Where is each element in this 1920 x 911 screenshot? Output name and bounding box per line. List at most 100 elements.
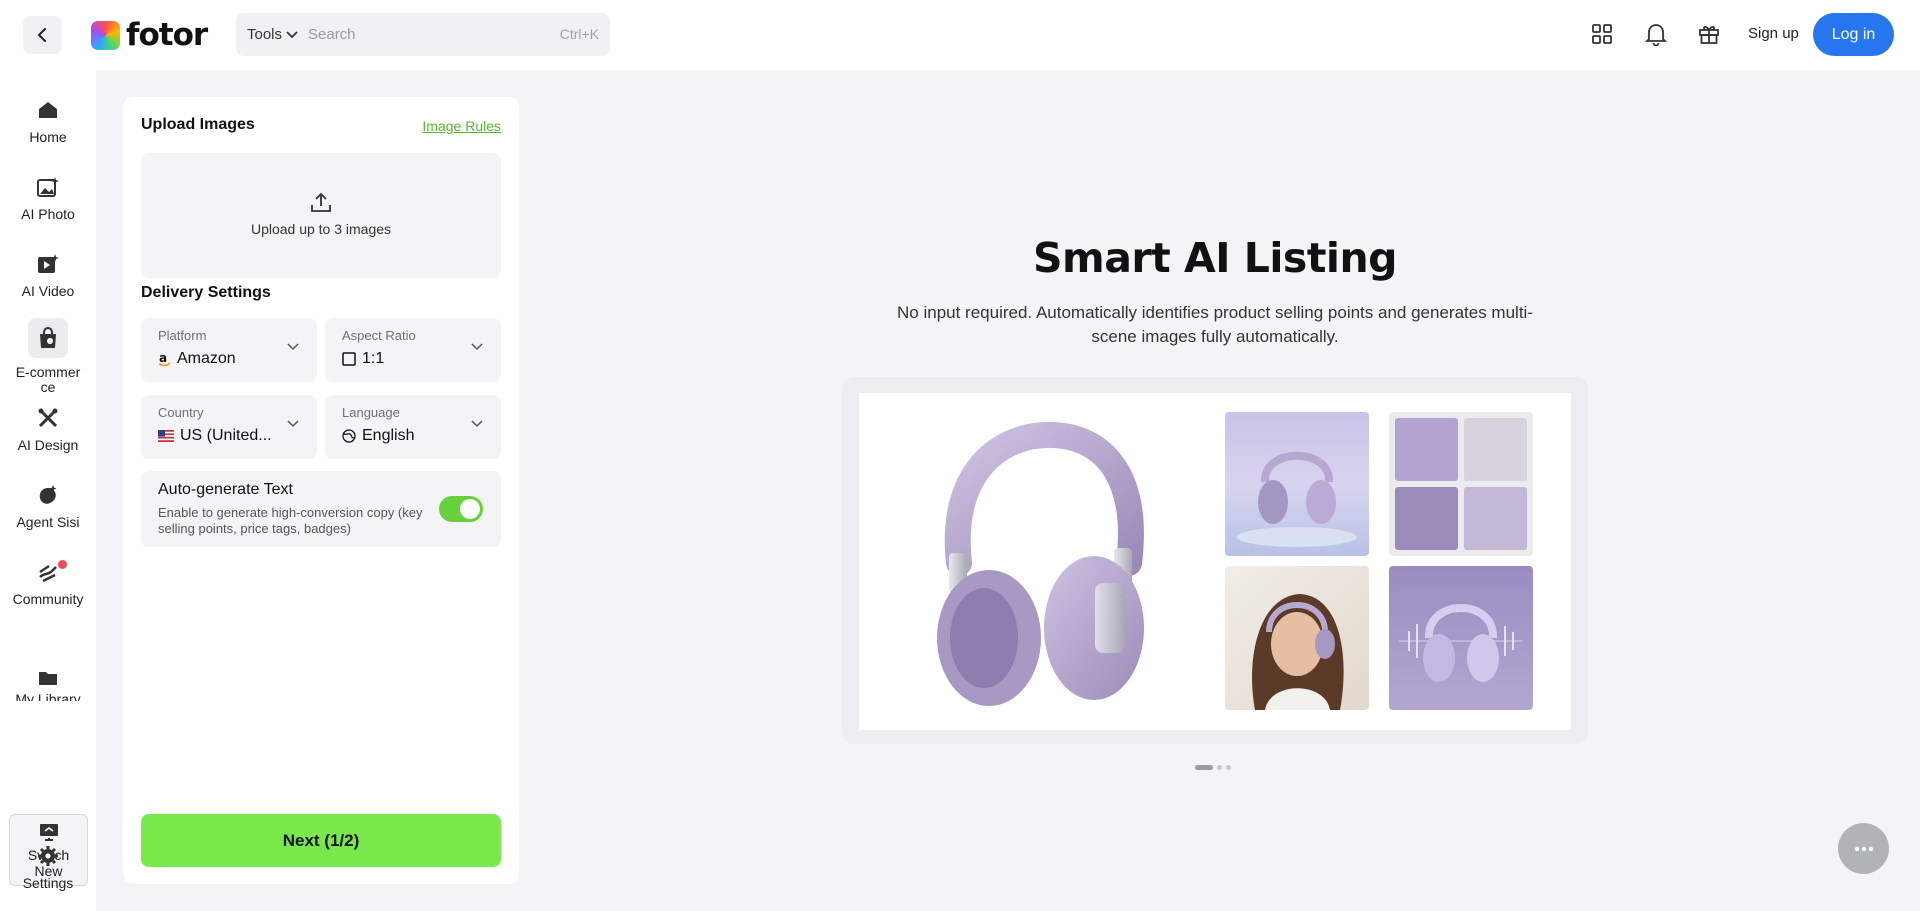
auto-generate-title: Auto-generate Text <box>158 481 293 498</box>
fotor-logo[interactable]: fotor <box>91 17 208 53</box>
carousel-dot[interactable] <box>1226 765 1231 770</box>
log-in-button[interactable]: Log in <box>1813 13 1894 56</box>
carousel-dot[interactable] <box>1195 765 1213 770</box>
sidebar-item-label: AI Design <box>17 437 79 453</box>
tools-label: Tools <box>247 26 283 43</box>
folder-icon <box>39 672 57 685</box>
sidebar-item-label: Agent Sisi <box>16 514 80 530</box>
sidebar-item-e-commerce[interactable]: E-commerce <box>0 318 96 395</box>
sidebar-item-settings[interactable]: Settings <box>0 843 96 891</box>
more-dots-icon <box>1854 846 1873 851</box>
sidebar-item-my-library[interactable] <box>0 666 96 690</box>
headphones-soundwave-image <box>1399 604 1523 682</box>
ai-design-icon <box>38 408 58 428</box>
home-icon <box>39 102 57 118</box>
headphones-thumbnail <box>1237 451 1357 547</box>
svg-text:a: a <box>159 352 167 365</box>
auto-generate-text-card: Auto-generate Text Enable to generate hi… <box>141 471 501 547</box>
fotor-logo-icon <box>91 20 120 50</box>
settings-panel: Upload Images Image Rules Upload up to 3… <box>123 97 519 884</box>
sidebar-item-community[interactable]: Community <box>0 559 96 607</box>
search-input[interactable] <box>308 26 538 43</box>
chevron-down-icon <box>287 420 299 428</box>
chevron-down-icon <box>287 343 299 351</box>
language-value: English <box>362 427 415 444</box>
sidebar-item-label: AI Video <box>21 283 75 299</box>
tools-dropdown[interactable]: Tools <box>236 26 308 43</box>
image-rules-link[interactable]: Image Rules <box>422 118 501 134</box>
notifications-button[interactable] <box>1642 20 1670 48</box>
shopping-bag-icon <box>40 327 56 348</box>
chat-button[interactable] <box>1838 823 1889 874</box>
ai-photo-icon <box>37 177 59 197</box>
aspect-ratio-select[interactable]: Aspect Ratio 1:1 <box>325 318 501 382</box>
grid-icon <box>1592 24 1612 44</box>
square-ratio-icon <box>342 352 356 366</box>
bell-icon <box>1645 24 1667 46</box>
example-preview-card <box>842 377 1588 744</box>
page-title: Smart AI Listing <box>1032 234 1398 282</box>
sidebar-item-ai-photo[interactable]: AI Photo <box>0 174 96 222</box>
thumbnail-lifestyle-woman <box>1225 566 1369 710</box>
upload-icon <box>311 192 331 212</box>
sidebar-item-label: Community <box>12 591 84 607</box>
upload-hint: Upload up to 3 images <box>250 221 392 237</box>
auto-generate-toggle[interactable] <box>439 496 483 522</box>
chevron-down-icon <box>286 30 298 38</box>
sidebar-item-label: My Library <box>15 692 81 701</box>
us-flag-icon <box>158 430 174 442</box>
platform-value: Amazon <box>177 350 236 367</box>
carousel-indicator <box>1195 765 1231 770</box>
globe-icon <box>342 429 356 443</box>
back-button[interactable] <box>23 16 62 54</box>
next-button[interactable]: Next (1/2) <box>141 814 501 867</box>
country-select[interactable]: Country US (United... <box>141 395 317 459</box>
chevron-down-icon <box>471 343 483 351</box>
gear-icon <box>38 846 58 866</box>
sign-up-link[interactable]: Sign up <box>1748 25 1799 42</box>
aspect-ratio-value: 1:1 <box>362 350 385 367</box>
thumbnail-details-grid <box>1389 412 1533 556</box>
sidebar-item-ai-design[interactable]: AI Design <box>0 405 96 453</box>
sidebar-item-label: E-commerce <box>15 364 81 395</box>
community-icon <box>39 564 57 583</box>
carousel-dot[interactable] <box>1217 765 1222 770</box>
sidebar-item-home[interactable]: Home <box>0 97 96 145</box>
sidebar-item-ai-video[interactable]: AI Video <box>0 251 96 299</box>
sidebar-item-my-library-label: My Library <box>0 692 96 701</box>
chevron-left-icon <box>37 28 46 42</box>
gift-icon <box>1699 26 1719 44</box>
aspect-ratio-label: Aspect Ratio <box>342 328 416 343</box>
apps-grid-button[interactable] <box>1588 20 1616 48</box>
headphones-product-image <box>937 421 1144 706</box>
upload-dropzone[interactable]: Upload up to 3 images <box>141 153 501 278</box>
top-header: fotor Tools Ctrl+K Sign up Log in <box>0 0 1920 70</box>
logo-text: fotor <box>126 17 208 53</box>
page-subtitle: No input required. Automatically identif… <box>897 303 1533 346</box>
delivery-settings-title: Delivery Settings <box>141 284 271 301</box>
amazon-icon: a <box>158 352 171 366</box>
sidebar-item-label: AI Photo <box>21 206 75 222</box>
gift-button[interactable] <box>1695 20 1723 48</box>
country-value: US (United... <box>180 427 272 444</box>
platform-label: Platform <box>158 328 207 343</box>
left-sidebar: Home AI Photo AI Video E-commerce AI Des… <box>0 70 96 911</box>
sidebar-item-label: Settings <box>22 875 74 891</box>
chevron-down-icon <box>471 420 483 428</box>
thumbnail-scene-1 <box>1225 412 1369 556</box>
country-label: Country <box>158 405 204 420</box>
search-shortcut: Ctrl+K <box>559 26 599 42</box>
sidebar-item-label: Home <box>29 129 67 145</box>
monitor-switch-icon <box>39 824 58 841</box>
ai-video-icon <box>38 254 59 273</box>
notification-dot <box>58 560 67 569</box>
example-preview-image <box>859 393 1571 730</box>
agent-icon <box>39 485 57 504</box>
language-label: Language <box>342 405 400 420</box>
woman-with-headphones-image <box>1252 594 1344 710</box>
sidebar-item-agent-sisi[interactable]: Agent Sisi <box>0 482 96 530</box>
language-select[interactable]: Language English <box>325 395 501 459</box>
platform-select[interactable]: Platform a Amazon <box>141 318 317 382</box>
search-bar: Tools Ctrl+K <box>236 13 610 56</box>
auto-generate-description: Enable to generate high-conversion copy … <box>158 505 423 536</box>
